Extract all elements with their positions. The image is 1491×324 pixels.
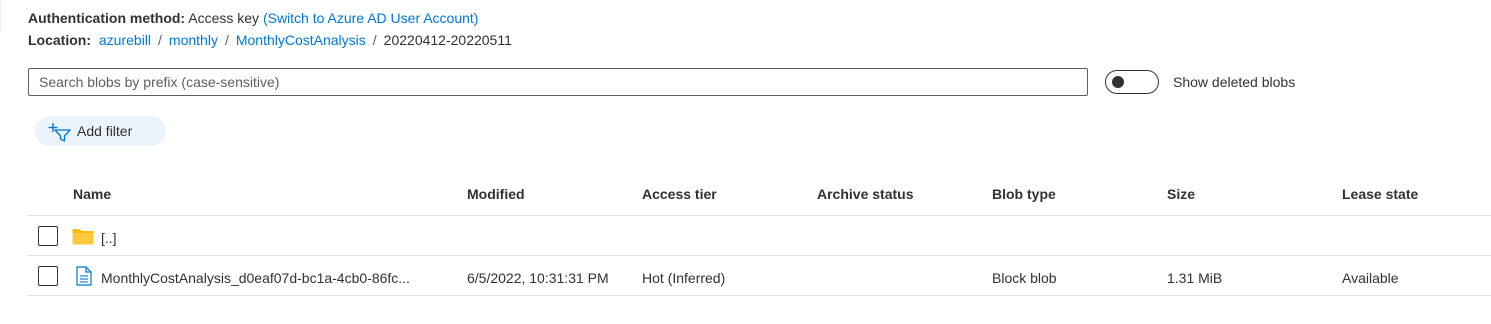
blob-size: 1.31 MiB	[1167, 270, 1223, 286]
breadcrumb-current: 20220412-20220511	[383, 32, 512, 48]
row-checkbox[interactable]	[38, 266, 58, 286]
add-filter-icon	[48, 123, 71, 142]
column-header-size[interactable]: Size	[1167, 186, 1195, 202]
blob-access-tier: Hot (Inferred)	[642, 270, 726, 286]
breadcrumb-monthly[interactable]: monthly	[169, 32, 218, 48]
row-checkbox[interactable]	[38, 226, 58, 246]
add-filter-label: Add filter	[77, 123, 133, 139]
blob-modified: 6/5/2022, 10:31:31 PM	[467, 270, 609, 286]
switch-auth-link[interactable]: (Switch to Azure AD User Account)	[263, 10, 479, 26]
header-divider	[28, 215, 1491, 216]
breadcrumb-separator: /	[372, 32, 377, 48]
folder-icon	[72, 229, 94, 245]
auth-method-line: Authentication method: Access key (Switc…	[28, 10, 478, 26]
row-divider	[28, 255, 1491, 256]
toggle-knob	[1112, 76, 1124, 88]
column-header-blob-type[interactable]: Blob type	[992, 186, 1056, 202]
auth-method-label: Authentication method:	[28, 10, 186, 26]
blob-type: Block blob	[992, 270, 1057, 286]
breadcrumb-azurebill[interactable]: azurebill	[99, 32, 151, 48]
blob-lease-state: Available	[1342, 270, 1399, 286]
location-label: Location:	[28, 32, 91, 48]
file-icon	[76, 266, 92, 286]
column-header-modified[interactable]: Modified	[467, 186, 525, 202]
auth-method-value: Access key	[188, 10, 260, 26]
row-divider	[28, 295, 1491, 296]
show-deleted-blobs-toggle[interactable]	[1105, 70, 1159, 94]
add-filter-button[interactable]: Add filter	[35, 116, 166, 146]
breadcrumb-separator: /	[224, 32, 229, 48]
breadcrumb: Location: azurebill / monthly / MonthlyCostA…	[28, 32, 512, 48]
column-header-name[interactable]: Name	[73, 186, 111, 202]
show-deleted-blobs-label: Show deleted blobs	[1173, 74, 1296, 90]
search-blobs-input[interactable]	[28, 68, 1088, 96]
parent-folder-link[interactable]: [..]	[101, 230, 117, 246]
column-header-archive-status[interactable]: Archive status	[817, 186, 913, 202]
breadcrumb-separator: /	[158, 32, 162, 48]
left-edge-bar	[0, 0, 2, 32]
column-header-lease-state[interactable]: Lease state	[1342, 186, 1418, 202]
blob-name-link[interactable]: MonthlyCostAnalysis_d0eaf07d-bc1a-4cb0-8…	[101, 270, 410, 286]
column-header-access-tier[interactable]: Access tier	[642, 186, 717, 202]
breadcrumb-monthlycostanalysis[interactable]: MonthlyCostAnalysis	[236, 32, 366, 48]
